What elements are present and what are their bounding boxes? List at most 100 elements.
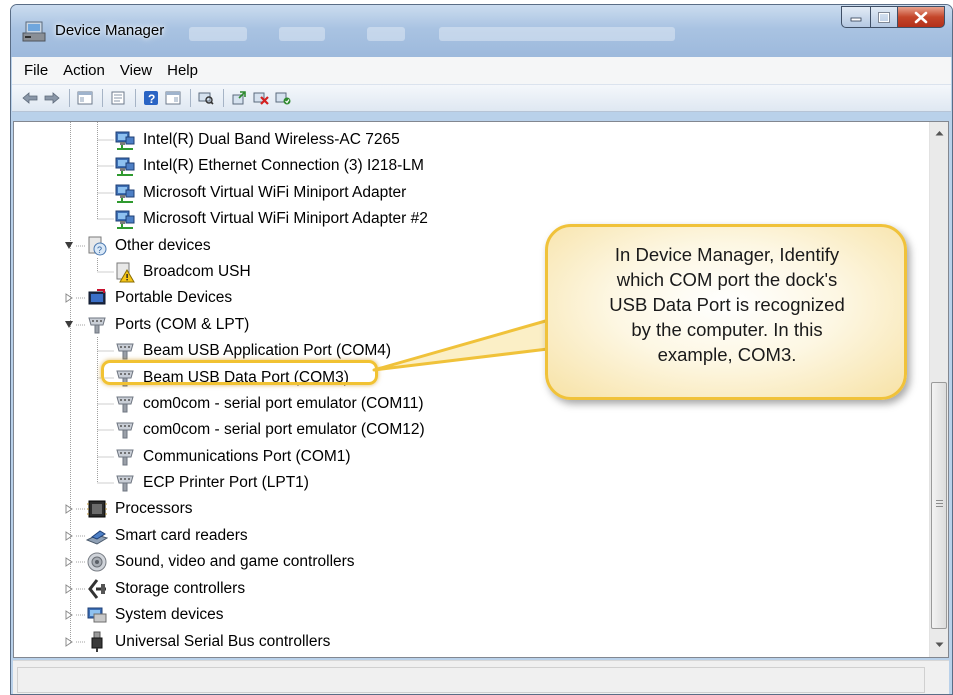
view-button[interactable] [163,89,183,107]
status-bar [13,660,949,694]
com3-highlight-outline [101,360,378,385]
tree-item-label: com0com - serial port emulator (COM11) [143,395,424,412]
tree-item-label: Other devices [115,237,211,254]
tree-item-label: Ports (COM & LPT) [115,316,250,333]
scroll-up-button[interactable] [930,124,948,142]
tree-item-port[interactable]: com0com - serial port emulator (COM11) [114,391,426,417]
update-driver-button[interactable] [229,89,249,107]
tree-category-storage-controllers[interactable]: Storage controllers [86,576,247,602]
grip-line [936,506,943,507]
tree-category-other-devices[interactable]: ? Other devices [86,233,213,259]
tree-category-processors[interactable]: Processors [86,496,195,522]
window-title: Device Manager [55,22,165,39]
tree-item-broadcom-ush[interactable]: Broadcom USH [114,259,253,285]
back-button[interactable] [20,89,40,107]
tree-item-label: Processors [115,500,193,517]
callout-line: USB Data Port is recognized [609,294,845,315]
close-button[interactable] [897,6,945,28]
tree-item-network-adapter[interactable]: Microsoft Virtual WiFi Miniport Adapter [114,180,408,206]
menu-help[interactable]: Help [162,59,206,82]
expand-triangle-icon [65,557,73,567]
device-manager-app-icon [22,21,46,42]
expand-triangle-icon [65,610,73,620]
grip-line [936,503,943,504]
menu-view[interactable]: View [115,59,160,82]
menu-file[interactable]: File [19,59,56,82]
show-hide-tree-button[interactable] [75,89,95,107]
forward-button[interactable] [42,89,62,107]
collapse-triangle-icon [65,321,73,328]
tree-category-system-devices[interactable]: System devices [86,602,226,628]
tree-item-network-adapter[interactable]: Intel(R) Dual Band Wireless-AC 7265 [114,127,402,153]
menu-action[interactable]: Action [58,59,113,82]
tree-category-usb-controllers[interactable]: Universal Serial Bus controllers [86,629,332,655]
port-connector-icon [88,317,106,334]
port-connector-icon [116,422,134,439]
warning-device-icon [116,262,135,283]
properties-icon [111,91,125,105]
callout-line: In Device Manager, Identify [614,244,840,265]
expand-triangle-icon [65,531,73,541]
tree-item-network-adapter[interactable]: Intel(R) Ethernet Connection (3) I218-LM [114,153,426,179]
blurred-ribbon-text [439,27,675,41]
expand-triangle-icon [65,584,73,594]
menu-bar: File Action View Help [12,57,951,84]
expand-triangle-icon [65,637,73,647]
tree-item-port[interactable]: ECP Printer Port (LPT1) [114,470,311,496]
enable-device-button[interactable] [273,89,293,107]
port-connector-icon [116,475,134,492]
tree-item-label: Intel(R) Ethernet Connection (3) I218-LM [143,157,424,174]
expand-triangle-icon [65,293,73,303]
scroll-up-icon [935,131,943,136]
tree-item-port[interactable]: com0com - serial port emulator (COM12) [114,417,427,443]
tree-item-label: Sound, video and game controllers [115,553,355,570]
toolbar-separator [135,89,136,107]
title-bar[interactable]: Device Manager [11,5,952,57]
tree-item-label: Beam USB Application Port (COM4) [143,342,392,359]
portable-device-icon [88,289,106,305]
forward-arrow-icon [44,92,60,104]
usb-plug-icon [91,631,103,652]
tree-category-smart-card-readers[interactable]: Smart card readers [86,523,250,549]
callout-line: by the computer. In this [631,319,823,340]
tree-item-label: Portable Devices [115,289,233,306]
back-arrow-icon [22,92,38,104]
uninstall-button[interactable] [251,89,271,107]
system-device-icon [87,607,107,623]
network-adapter-icon [115,184,135,203]
uninstall-icon [253,92,269,105]
tree-category-sound-video-game[interactable]: Sound, video and game controllers [86,549,357,575]
scroll-down-button[interactable] [930,636,948,654]
unknown-device-icon: ? [88,236,107,256]
tree-item-network-adapter[interactable]: Microsoft Virtual WiFi Miniport Adapter … [114,206,430,232]
toolbar-separator [69,89,70,107]
port-connector-icon [116,396,134,413]
maximize-button[interactable] [870,6,897,28]
vertical-scrollbar[interactable] [929,122,948,657]
update-driver-icon [232,91,246,105]
properties-button[interactable] [108,89,128,107]
tree-category-ports[interactable]: Ports (COM & LPT) [86,312,251,338]
callout-text: In Device Manager, Identify which COM po… [558,242,896,367]
status-pane [17,667,925,693]
scrollbar-thumb[interactable] [931,382,947,629]
tree-item-label: Microsoft Virtual WiFi Miniport Adapter [143,184,407,201]
scan-hardware-button[interactable] [196,89,216,107]
grip-line [936,500,943,501]
tree-item-label: ECP Printer Port (LPT1) [143,474,309,491]
maximize-icon [878,11,890,23]
storage-controller-icon [88,579,106,599]
network-adapter-icon [115,157,135,176]
help-button[interactable]: ? [141,89,161,107]
processor-icon [87,500,107,518]
show-hide-tree-icon [77,91,93,105]
svg-text:?: ? [148,92,155,105]
tree-category-portable-devices[interactable]: Portable Devices [86,285,234,311]
tree-item-port[interactable]: Communications Port (COM1) [114,444,353,470]
minimize-button[interactable] [841,6,870,28]
blurred-ribbon-text [279,27,325,41]
toolbar-separator [102,89,103,107]
tree-item-label: com0com - serial port emulator (COM12) [143,421,425,438]
port-connector-icon [116,343,134,360]
help-icon: ? [144,91,158,105]
